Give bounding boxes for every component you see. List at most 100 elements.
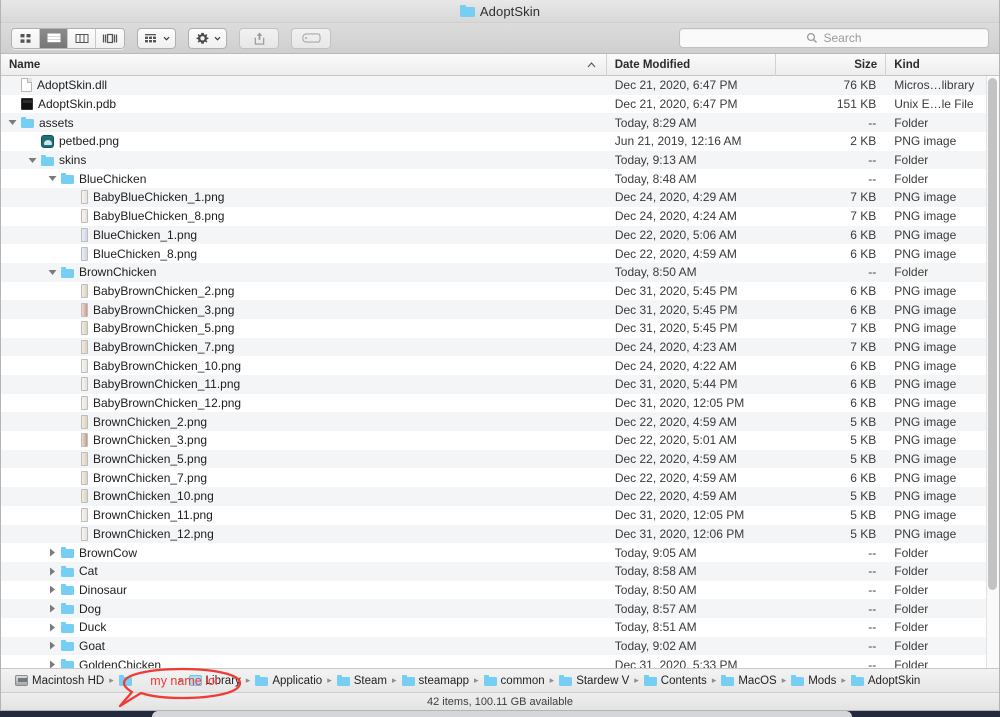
column-header-size[interactable]: Size [776,53,887,76]
table-row[interactable]: BlueChicken_8.png Dec 22, 2020, 4:59 AM 6 … [1,244,999,263]
file-name-cell[interactable]: BlueChicken [1,172,607,186]
file-name-cell[interactable]: BrownChicken_7.png [1,470,607,485]
table-row[interactable]: BrownChicken_12.png Dec 31, 2020, 12:06 P… [1,524,999,544]
file-name-cell[interactable]: Dog [1,602,607,616]
table-row[interactable]: assets Today, 8:29 AM -- Folder [1,113,999,133]
table-row[interactable]: skins Today, 9:13 AM -- Folder [1,150,999,170]
file-name-cell[interactable]: BabyBlueChicken_8.png [1,209,607,224]
breadcrumb-item[interactable] [118,675,174,687]
breadcrumb-item[interactable]: Applicatio [255,675,322,687]
view-mode-segmented-control[interactable] [11,27,125,49]
table-row[interactable]: BabyBrownChicken_7.png Dec 24, 2020, 4:23… [1,337,999,357]
file-name-cell[interactable]: AdoptSkin.dll [1,78,607,93]
table-row[interactable]: GoldenChicken Dec 31, 2020, 5:33 PM -- Fold… [1,655,999,668]
breadcrumb-item[interactable]: Macintosh HD [15,675,104,687]
table-row[interactable]: BabyBlueChicken_8.png Dec 24, 2020, 4:24 … [1,207,999,226]
file-name-cell[interactable]: Cat [1,564,607,578]
file-name-cell[interactable]: GoldenChicken [1,658,607,668]
scrollbar-thumb[interactable] [988,78,997,590]
table-row[interactable]: BrownChicken_10.png Dec 22, 2020, 4:59 AM… [1,487,999,506]
group-by-button[interactable] [137,27,176,49]
table-row[interactable]: BlueChicken_1.png Dec 22, 2020, 5:06 AM 6 … [1,225,999,245]
file-name-cell[interactable]: BrownChicken_2.png [1,414,607,429]
table-row[interactable]: BabyBlueChicken_1.png Dec 24, 2020, 4:29 … [1,188,999,207]
table-row[interactable]: BrownChicken_7.png Dec 22, 2020, 4:59 AM 6… [1,468,999,487]
file-name-cell[interactable]: BrownChicken_12.png [1,526,607,541]
action-menu-button[interactable] [188,27,227,49]
tags-button[interactable] [291,27,331,49]
file-name-cell[interactable]: BabyBrownChicken_11.png [1,377,607,392]
disclosure-triangle-expanded[interactable] [47,173,58,184]
list-view-button[interactable] [40,28,68,48]
table-row[interactable]: BabyBrownChicken_3.png Dec 31, 2020, 5:45… [1,300,999,319]
column-header-name[interactable]: Name [1,53,607,76]
file-name-cell[interactable]: BlueChicken_8.png [1,246,607,261]
file-name-cell[interactable]: BabyBrownChicken_3.png [1,302,607,317]
file-name-cell[interactable]: Duck [1,620,607,634]
breadcrumb-item[interactable]: AdoptSkin [850,675,920,687]
breadcrumb-item[interactable]: Stardew V [559,675,629,687]
share-button[interactable] [239,27,279,49]
disclosure-triangle-collapsed[interactable] [47,640,58,651]
table-row[interactable]: Cat Today, 8:58 AM -- Folder [1,561,999,581]
breadcrumb-item[interactable]: Contents [643,675,707,687]
disclosure-triangle-collapsed[interactable] [47,622,58,633]
table-row[interactable]: BlueChicken Today, 8:48 AM -- Folder [1,169,999,188]
file-name-cell[interactable]: BabyBrownChicken_7.png [1,339,607,354]
breadcrumb-item[interactable]: Steam [336,675,387,687]
table-row[interactable]: BabyBrownChicken_10.png Dec 24, 2020, 4:2… [1,356,999,375]
table-row[interactable]: BrownCow Today, 9:05 AM -- Folder [1,543,999,562]
search-field[interactable]: Search [679,28,989,48]
gallery-view-button[interactable] [96,28,124,48]
file-name-cell[interactable]: Dinosaur [1,583,607,597]
column-view-button[interactable] [68,28,96,48]
table-row[interactable]: BabyBrownChicken_12.png Dec 31, 2020, 12:… [1,394,999,413]
file-name-cell[interactable]: BrownCow [1,546,607,560]
icon-view-button[interactable] [12,28,40,48]
column-header-kind[interactable]: Kind [886,54,999,76]
table-row[interactable]: BrownChicken_2.png Dec 22, 2020, 4:59 AM 5… [1,412,999,432]
file-name-cell[interactable]: BabyBrownChicken_10.png [1,358,607,373]
file-name-cell[interactable]: skins [1,153,607,167]
table-row[interactable]: BrownChicken_11.png Dec 31, 2020, 12:05 P… [1,506,999,525]
file-list[interactable]: AdoptSkin.dll Dec 21, 2020, 6:47 PM 76 KB M… [1,76,999,668]
breadcrumb-item[interactable]: Library [188,675,241,687]
disclosure-triangle-collapsed[interactable] [47,659,58,668]
file-name-cell[interactable]: petbed.png [1,134,607,148]
file-name-cell[interactable]: BrownChicken [1,265,607,279]
table-row[interactable]: Dog Today, 8:57 AM -- Folder [1,599,999,618]
file-name-cell[interactable]: BlueChicken_1.png [1,227,607,242]
table-row[interactable]: BabyBrownChicken_2.png Dec 31, 2020, 5:45… [1,282,999,301]
breadcrumb-item[interactable]: Mods [791,675,836,687]
file-name-cell[interactable]: Goat [1,639,607,653]
table-row[interactable]: Goat Today, 9:02 AM -- Folder [1,636,999,656]
table-row[interactable]: AdoptSkin.pdb Dec 21, 2020, 6:47 PM 151 KB… [1,95,999,114]
breadcrumb-item[interactable]: steamapp [401,675,469,687]
file-name-cell[interactable]: BabyBrownChicken_5.png [1,321,607,336]
disclosure-triangle-collapsed[interactable] [47,547,58,558]
table-row[interactable]: AdoptSkin.dll Dec 21, 2020, 6:47 PM 76 KB M… [1,76,999,95]
file-name-cell[interactable]: BrownChicken_5.png [1,452,607,467]
file-name-cell[interactable]: AdoptSkin.pdb [1,97,607,111]
file-name-cell[interactable]: BrownChicken_11.png [1,508,607,523]
file-name-cell[interactable]: BabyBlueChicken_1.png [1,190,607,205]
disclosure-triangle-collapsed[interactable] [47,603,58,614]
table-row[interactable]: Duck Today, 8:51 AM -- Folder [1,618,999,637]
breadcrumb-item[interactable]: MacOS [721,675,777,687]
disclosure-triangle-collapsed[interactable] [47,584,58,595]
disclosure-triangle-collapsed[interactable] [47,566,58,577]
breadcrumb-item[interactable]: common [483,675,545,687]
table-row[interactable]: BrownChicken_5.png Dec 22, 2020, 4:59 AM 5… [1,449,999,469]
file-name-cell[interactable]: BabyBrownChicken_2.png [1,283,607,298]
table-row[interactable]: BabyBrownChicken_11.png Dec 31, 2020, 5:4… [1,375,999,394]
table-row[interactable]: petbed.png Jun 21, 2019, 12:16 AM 2 KB PNG … [1,132,999,151]
table-row[interactable]: BabyBrownChicken_5.png Dec 31, 2020, 5:45… [1,319,999,338]
table-row[interactable]: BrownChicken_3.png Dec 22, 2020, 5:01 AM 5… [1,431,999,450]
column-header-date-modified[interactable]: Date Modified [607,53,777,76]
file-name-cell[interactable]: BrownChicken_3.png [1,433,607,448]
file-name-cell[interactable]: BabyBrownChicken_12.png [1,396,607,411]
disclosure-triangle-expanded[interactable] [7,117,18,128]
file-name-cell[interactable]: assets [1,116,607,130]
file-name-cell[interactable]: BrownChicken_10.png [1,489,607,504]
disclosure-triangle-expanded[interactable] [27,155,38,166]
